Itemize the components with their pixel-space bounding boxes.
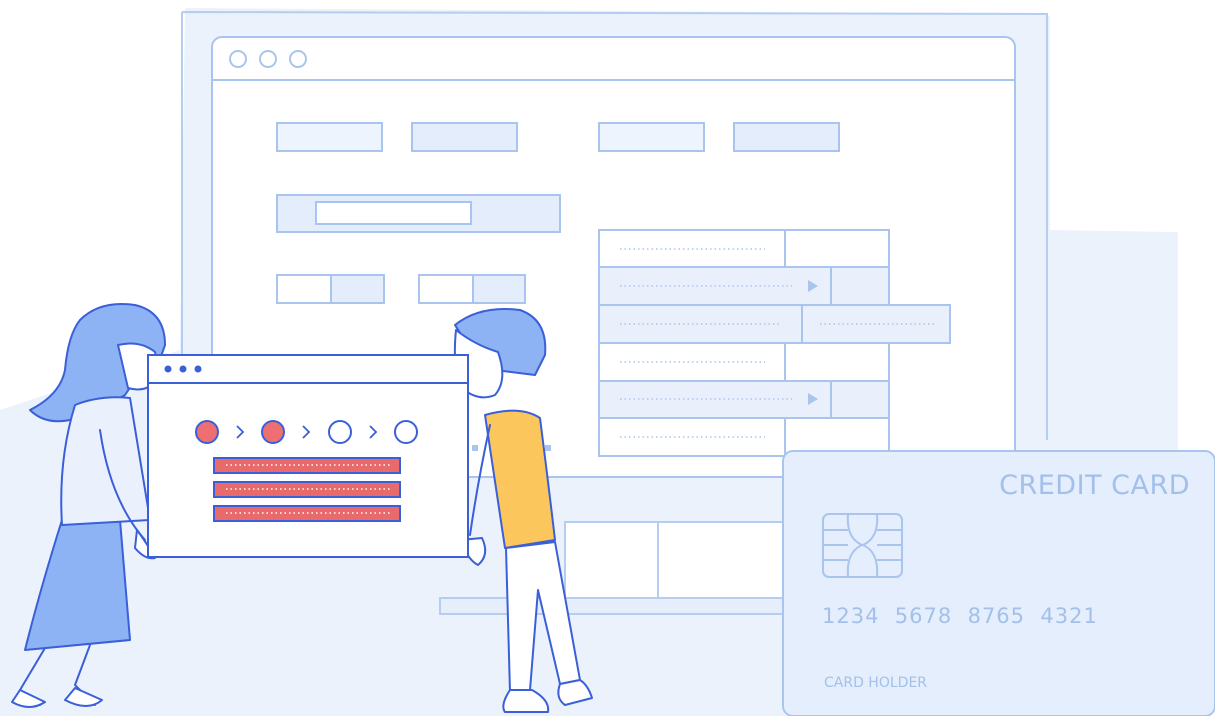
step-pending: [394, 420, 418, 444]
window-dots-icon: [164, 365, 202, 373]
credit-card-title: CREDIT CARD: [999, 470, 1190, 501]
credit-card-number: 1234 5678 8765 4321: [822, 604, 1098, 628]
card-holder-label: CARD HOLDER: [824, 675, 928, 691]
step-complete: [195, 420, 219, 444]
step-complete: [261, 420, 285, 444]
checkout-wizard-panel: [147, 354, 469, 558]
form-field-wide: [276, 194, 561, 233]
step-pending: [328, 420, 352, 444]
